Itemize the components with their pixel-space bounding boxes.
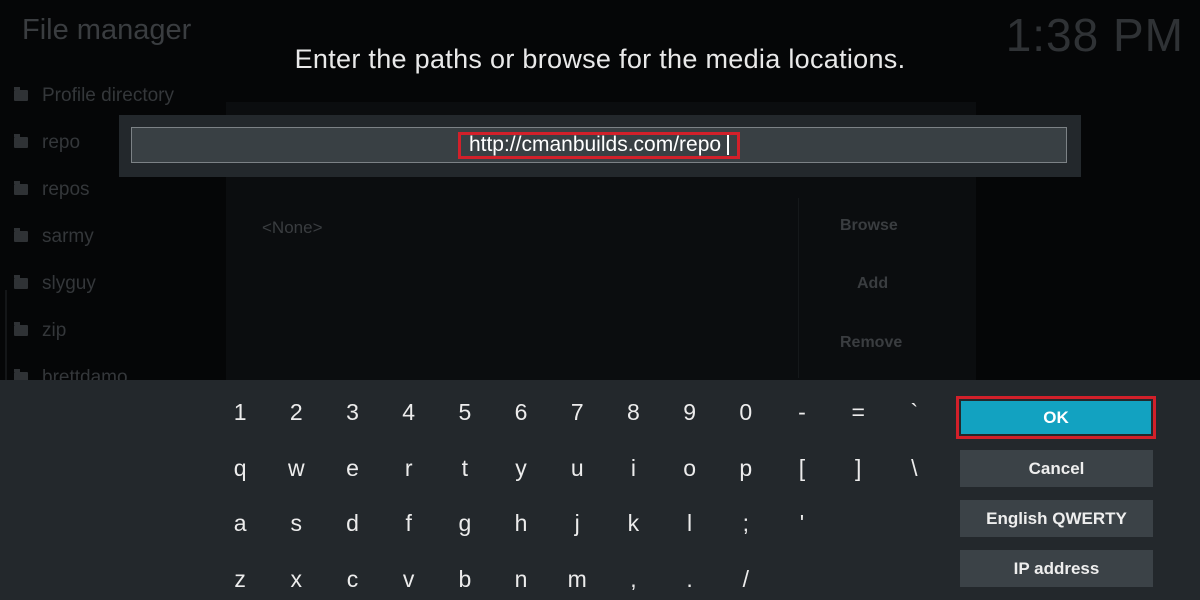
key[interactable]: ' — [774, 510, 830, 537]
background-list-item-label: zip — [42, 319, 67, 341]
ok-button-highlight: OK — [956, 396, 1156, 439]
keyboard-row-numbers: 1 2 3 4 5 6 7 8 9 0 - = ` — [212, 399, 942, 426]
key[interactable]: r — [381, 455, 437, 482]
key[interactable]: o — [662, 455, 718, 482]
keyboard-layout-button[interactable]: English QWERTY — [960, 500, 1153, 537]
ok-button[interactable]: OK — [961, 401, 1151, 434]
key[interactable]: s — [268, 510, 324, 537]
key[interactable]: \ — [886, 455, 942, 482]
keyboard-row-middle: a s d f g h j k l ; ' — [212, 510, 830, 537]
cancel-button[interactable]: Cancel — [960, 450, 1153, 487]
key[interactable]: d — [324, 510, 380, 537]
key[interactable]: ; — [718, 510, 774, 537]
path-input-value: http://cmanbuilds.com/repo — [468, 133, 722, 156]
folder-icon — [14, 134, 28, 148]
background-dialog-path: <None> — [262, 218, 323, 237]
background-list-item-label: repos — [42, 178, 90, 200]
background-remove-button: Remove — [840, 334, 903, 351]
dialog-heading: Enter the paths or browse for the media … — [294, 44, 906, 74]
key[interactable]: p — [718, 455, 774, 482]
key[interactable]: 9 — [662, 399, 718, 426]
key[interactable]: b — [437, 566, 493, 593]
key[interactable]: 6 — [493, 399, 549, 426]
key[interactable]: 2 — [268, 399, 324, 426]
key[interactable]: c — [324, 566, 380, 593]
background-list-item: sarmy — [14, 213, 174, 260]
ip-address-button[interactable]: IP address — [960, 550, 1153, 587]
key[interactable]: m — [549, 566, 605, 593]
background-list-item: slyguy — [14, 260, 174, 307]
text-cursor — [727, 135, 730, 155]
key[interactable]: 4 — [381, 399, 437, 426]
key[interactable]: h — [493, 510, 549, 537]
keyboard-row-top: q w e r t y u i o p [ ] \ — [212, 455, 942, 482]
key[interactable]: z — [212, 566, 268, 593]
key[interactable]: q — [212, 455, 268, 482]
path-input[interactable]: http://cmanbuilds.com/repo — [131, 127, 1067, 163]
background-divider — [5, 290, 7, 380]
input-panel: http://cmanbuilds.com/repo — [119, 115, 1081, 177]
key[interactable]: k — [605, 510, 661, 537]
key[interactable]: , — [605, 566, 661, 593]
background-list-item: Profile directory — [14, 72, 174, 119]
key[interactable]: i — [605, 455, 661, 482]
key[interactable]: 7 — [549, 399, 605, 426]
key[interactable]: [ — [774, 455, 830, 482]
key[interactable]: w — [268, 455, 324, 482]
key[interactable]: g — [437, 510, 493, 537]
key[interactable]: y — [493, 455, 549, 482]
key[interactable]: x — [268, 566, 324, 593]
background-list-item: zip — [14, 307, 174, 354]
input-highlight-box: http://cmanbuilds.com/repo — [457, 131, 741, 159]
key[interactable]: 5 — [437, 399, 493, 426]
background-add-button: Add — [857, 275, 889, 292]
background-title: File manager — [22, 14, 192, 46]
key[interactable]: = — [830, 399, 886, 426]
background-dialog-separator — [798, 198, 799, 378]
background-list-item-label: sarmy — [42, 225, 94, 247]
background-list-item-label: slyguy — [42, 272, 96, 294]
background-list-item-label: repo — [42, 131, 81, 153]
folder-icon — [14, 275, 28, 289]
key[interactable]: v — [381, 566, 437, 593]
folder-icon — [14, 181, 28, 195]
key[interactable]: ` — [886, 399, 942, 426]
key[interactable]: / — [718, 566, 774, 593]
key[interactable]: t — [437, 455, 493, 482]
key[interactable]: 3 — [324, 399, 380, 426]
key[interactable]: e — [324, 455, 380, 482]
key[interactable]: n — [493, 566, 549, 593]
key[interactable]: ] — [830, 455, 886, 482]
key[interactable]: . — [662, 566, 718, 593]
key[interactable]: 1 — [212, 399, 268, 426]
folder-icon — [14, 87, 28, 101]
key[interactable]: u — [549, 455, 605, 482]
background-browse-button: Browse — [840, 217, 898, 234]
folder-icon — [14, 322, 28, 336]
key[interactable]: 0 — [718, 399, 774, 426]
keyboard-row-bottom: z x c v b n m , . / — [212, 566, 774, 593]
key[interactable]: - — [774, 399, 830, 426]
key[interactable]: l — [662, 510, 718, 537]
key[interactable]: j — [549, 510, 605, 537]
folder-icon — [14, 228, 28, 242]
background-list-item-label: Profile directory — [42, 84, 174, 106]
key[interactable]: a — [212, 510, 268, 537]
key[interactable]: f — [381, 510, 437, 537]
key[interactable]: 8 — [605, 399, 661, 426]
